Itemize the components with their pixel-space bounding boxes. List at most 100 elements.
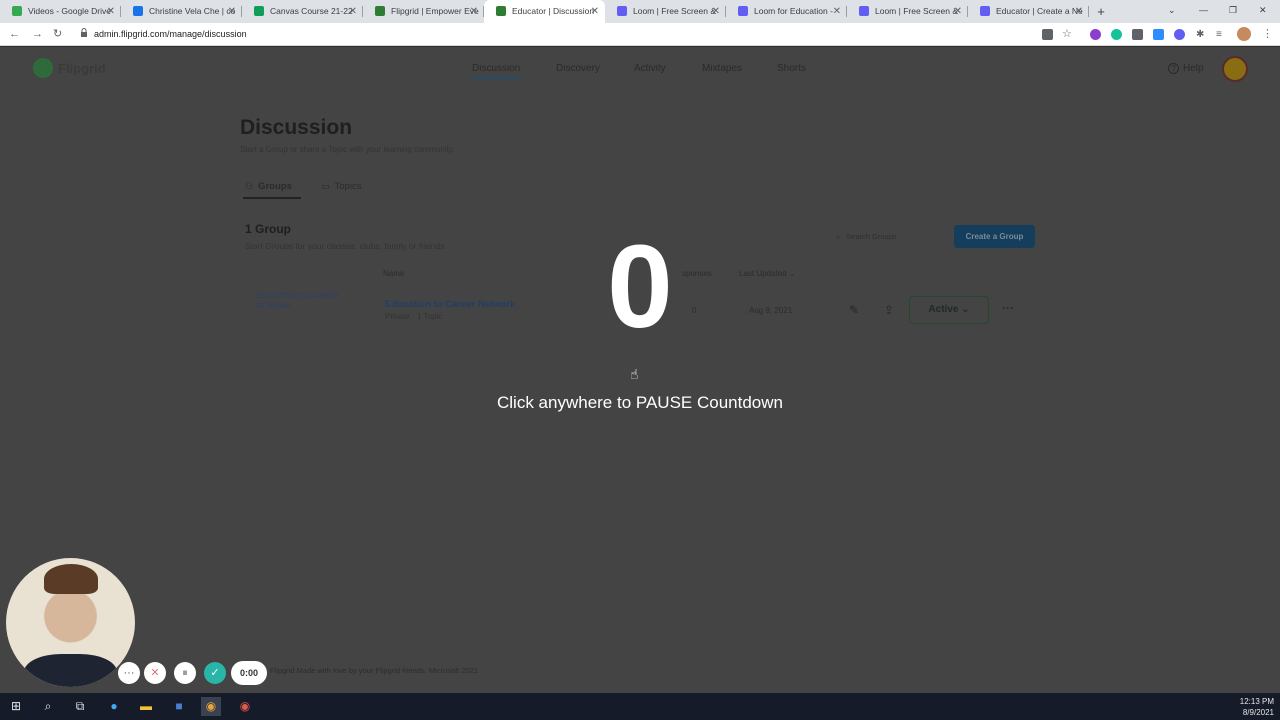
tab-close-icon[interactable]: ✕ (1075, 0, 1083, 23)
lock-icon (80, 23, 88, 46)
recording-timer: 0:00 (231, 661, 267, 685)
mouse-cursor-icon: ☝ (630, 366, 639, 382)
browser-tab[interactable]: Christine Vela Che | co ✕ (121, 0, 242, 23)
tab-close-icon[interactable]: ✕ (591, 0, 599, 23)
forward-icon[interactable]: → (32, 23, 43, 46)
tab-search-icon[interactable]: ⌄ (1168, 0, 1176, 23)
groups-icon: ⚇ (245, 181, 254, 191)
tab-title: Christine Vela Che | co (149, 6, 236, 16)
tab-close-icon[interactable]: ✕ (954, 0, 962, 23)
countdown-number[interactable]: 0 (0, 222, 1280, 352)
browser-tab[interactable]: Loom | Free Screen & ✕ (847, 0, 968, 23)
user-avatar[interactable] (1222, 56, 1248, 82)
restore-icon[interactable]: ❐ (1229, 0, 1237, 23)
presenter-suit (24, 654, 117, 687)
tab-groups-label: Groups (258, 181, 292, 192)
browser-tab[interactable]: Educator | Create a Ne ✕ (968, 0, 1089, 23)
address-bar: ← → ↻ admin.flipgrid.com/manage/discussi… (0, 23, 1280, 46)
tab-separator (1088, 6, 1089, 17)
camera-icon[interactable] (1042, 29, 1053, 40)
tab-title: Canvas Course 21-22 (270, 6, 353, 16)
tab-close-icon[interactable]: ✕ (228, 0, 236, 23)
cancel-recording-icon[interactable]: ✕ (144, 662, 166, 684)
clock-date: 8/9/2021 (1242, 708, 1274, 717)
browser-tab[interactable]: Flipgrid | Empower Eve ✕ (363, 0, 484, 23)
tab-title: Videos - Google Drive (28, 6, 111, 16)
tab-topics-label: Topics (334, 181, 362, 192)
reading-list-icon[interactable]: ≡ (1216, 23, 1222, 46)
tab-favicon-icon (133, 6, 143, 16)
webcam-bubble[interactable] (6, 558, 135, 687)
tab-favicon-icon (12, 6, 22, 16)
page-footer: Flipgrid Made with love by your Flipgrid… (270, 666, 479, 675)
tab-favicon-icon (254, 6, 264, 16)
bookmark-star-icon[interactable]: ☆ (1062, 23, 1072, 46)
chrome-profile-icon[interactable]: ◉ (235, 697, 255, 716)
profile-avatar[interactable] (1237, 27, 1251, 41)
browser-tab[interactable]: Loom | Free Screen & ✕ (605, 0, 726, 23)
tab-title: Loom | Free Screen & (633, 6, 716, 16)
tab-close-icon[interactable]: ✕ (107, 0, 115, 23)
presenter-hair (44, 564, 98, 594)
browser-tab[interactable]: Canvas Course 21-22 ✕ (242, 0, 363, 23)
flipgrid-page: Flipgrid Discussion Discovery Activity M… (0, 47, 1280, 693)
tab-title: Loom | Free Screen & (875, 6, 958, 16)
back-icon[interactable]: ← (9, 23, 20, 46)
nav-discussion[interactable]: Discussion (472, 63, 521, 79)
puzzle-icon[interactable]: ✱ (1196, 23, 1204, 46)
tab-favicon-icon (496, 6, 506, 16)
tab-groups[interactable]: ⚇ Groups (245, 181, 292, 192)
window-close-icon[interactable]: ✕ (1259, 0, 1267, 23)
tab-close-icon[interactable]: ✕ (470, 0, 478, 23)
search-icon[interactable]: ⌕ (38, 697, 58, 716)
extension-icon[interactable] (1132, 29, 1143, 40)
menu-kebab-icon[interactable]: ⋮ (1262, 23, 1273, 46)
new-tab-button[interactable]: + (1089, 0, 1113, 23)
tab-title: Loom for Education - (754, 6, 833, 16)
tab-topics[interactable]: ▭ Topics (321, 181, 361, 192)
countdown-hint[interactable]: Click anywhere to PAUSE Countdown (0, 393, 1280, 413)
browser-tab[interactable]: Loom for Education - ✕ (726, 0, 847, 23)
edge-icon[interactable]: ● (104, 697, 124, 716)
nav-shorts[interactable]: Shorts (777, 63, 806, 74)
help-label: Help (1183, 63, 1204, 74)
tab-close-icon[interactable]: ✕ (349, 0, 357, 23)
browser-tab[interactable]: Videos - Google Drive ✕ (0, 0, 121, 23)
nav-mixtapes[interactable]: Mixtapes (702, 63, 742, 74)
outlook-icon[interactable]: ■ (169, 697, 189, 716)
active-tab-indicator (243, 197, 301, 199)
zoom-extension-icon[interactable] (1153, 29, 1164, 40)
tab-title: Educator | Discussion (512, 6, 595, 16)
clock-time: 12:13 PM (1239, 697, 1274, 706)
minimize-icon[interactable]: — (1199, 0, 1208, 23)
more-options-icon[interactable]: ··· (118, 662, 140, 684)
windows-taskbar: ⊞ ⌕ ⧉ ● ▬ ■ ◉ ◉ 12:13 PM 8/9/2021 (0, 693, 1280, 720)
page-subtitle: Start a Group or share a Topic with your… (240, 145, 455, 154)
tab-favicon-icon (980, 6, 990, 16)
loom-extension-icon[interactable] (1174, 29, 1185, 40)
tab-close-icon[interactable]: ✕ (833, 0, 841, 23)
nav-activity[interactable]: Activity (634, 63, 666, 74)
nav-discovery[interactable]: Discovery (556, 63, 600, 74)
help-link[interactable]: ? Help (1168, 63, 1204, 74)
browser-tab[interactable]: Educator | Discussion ✕ (484, 0, 605, 23)
finish-recording-icon[interactable]: ✓ (204, 662, 226, 684)
reload-icon[interactable]: ↻ (53, 23, 62, 46)
tab-favicon-icon (738, 6, 748, 16)
flipgrid-logo[interactable]: Flipgrid (33, 58, 106, 78)
file-explorer-icon[interactable]: ▬ (136, 697, 156, 716)
extension-icon[interactable] (1090, 29, 1101, 40)
grammarly-icon[interactable] (1111, 29, 1122, 40)
pause-recording-icon[interactable]: ⏸ (174, 662, 196, 684)
topics-icon: ▭ (321, 181, 330, 191)
windows-start-icon[interactable]: ⊞ (6, 697, 26, 716)
task-view-icon[interactable]: ⧉ (70, 697, 90, 716)
chrome-icon[interactable]: ◉ (201, 697, 221, 716)
tab-favicon-icon (859, 6, 869, 16)
logo-text: Flipgrid (58, 60, 106, 76)
flipgrid-logo-icon (33, 58, 53, 78)
taskbar-clock[interactable]: 12:13 PM 8/9/2021 (1240, 696, 1274, 718)
url-input[interactable]: admin.flipgrid.com/manage/discussion (94, 27, 1094, 42)
tab-close-icon[interactable]: ✕ (712, 0, 720, 23)
tab-title: Flipgrid | Empower Eve (391, 6, 479, 16)
